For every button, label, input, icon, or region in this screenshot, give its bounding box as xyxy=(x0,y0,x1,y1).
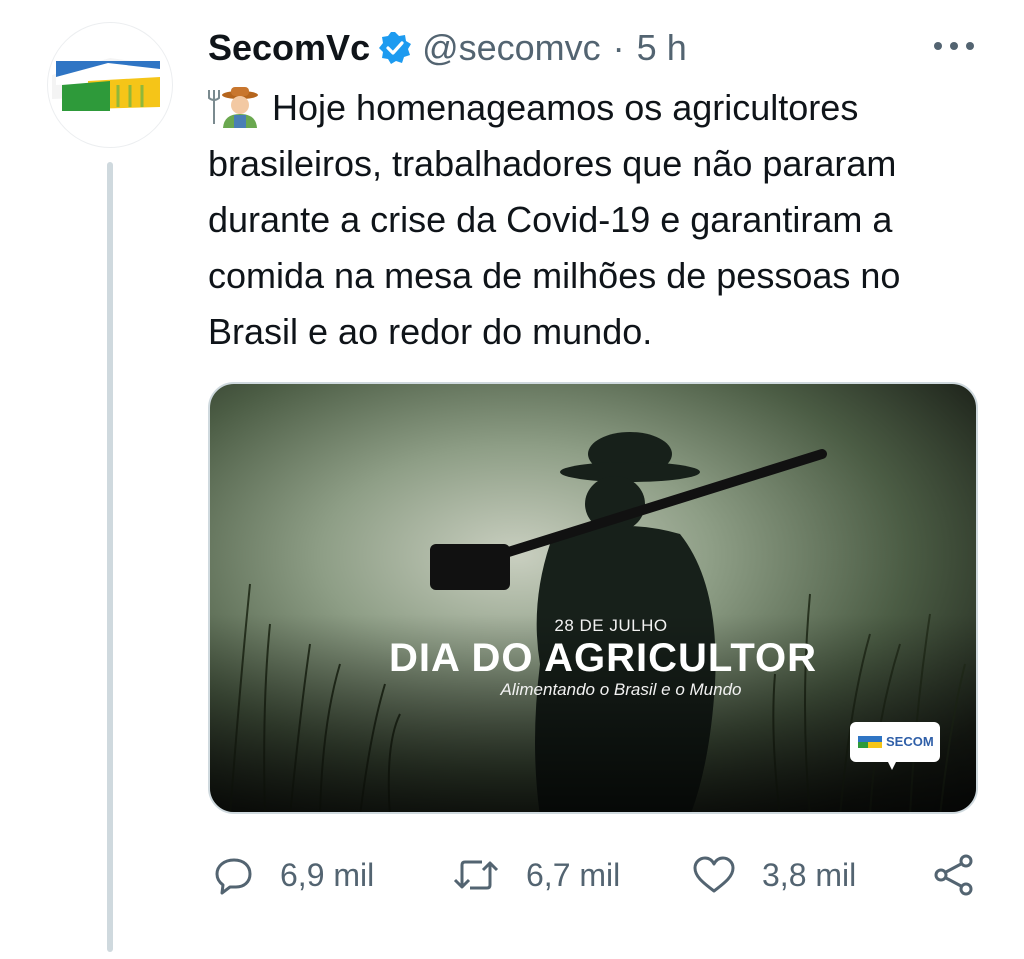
share-button[interactable] xyxy=(932,848,1002,902)
retweet-icon xyxy=(453,860,499,890)
tweet-text: Hoje homenageamos os agricultores brasil… xyxy=(208,80,988,360)
verified-icon xyxy=(378,31,412,65)
author-name[interactable]: SecomVc xyxy=(208,27,370,69)
reply-icon xyxy=(215,858,252,895)
tweet-actions: 6,9 mil 6,7 mil 3,8 mil xyxy=(208,848,988,902)
banner-subtitle: Alimentando o Brasil e o Mundo xyxy=(500,680,742,699)
tweet-image[interactable]: 28 DE JULHO DIA DO AGRICULTOR Alimentand… xyxy=(208,382,978,814)
secom-logo-icon xyxy=(52,58,160,111)
avatar[interactable] xyxy=(47,22,173,148)
author-handle[interactable]: @secomvc xyxy=(422,27,601,69)
banner-title: DIA DO AGRICULTOR xyxy=(388,636,818,680)
tweet-body: Hoje homenageamos os agricultores brasil… xyxy=(208,87,901,352)
like-button[interactable]: 3,8 mil xyxy=(692,848,856,902)
tweet-time[interactable]: 5 h xyxy=(637,27,687,69)
separator-dot: · xyxy=(612,27,625,68)
share-icon xyxy=(934,854,973,896)
thread-line xyxy=(107,162,113,952)
like-icon xyxy=(693,856,735,893)
reply-button[interactable]: 6,9 mil xyxy=(214,848,374,902)
retweet-button[interactable]: 6,7 mil xyxy=(452,848,620,902)
tweet-header: SecomVc @secomvc · 5 h xyxy=(208,22,687,74)
retweet-count: 6,7 mil xyxy=(526,856,621,893)
like-count: 3,8 mil xyxy=(762,856,857,893)
reply-count: 6,9 mil xyxy=(280,856,375,893)
secom-badge-label: SECOM xyxy=(886,734,934,749)
banner-date: 28 DE JULHO xyxy=(554,616,668,635)
farmer-emoji-icon xyxy=(208,84,260,128)
more-icon[interactable] xyxy=(932,30,976,62)
secom-badge: SECOM xyxy=(850,722,940,774)
